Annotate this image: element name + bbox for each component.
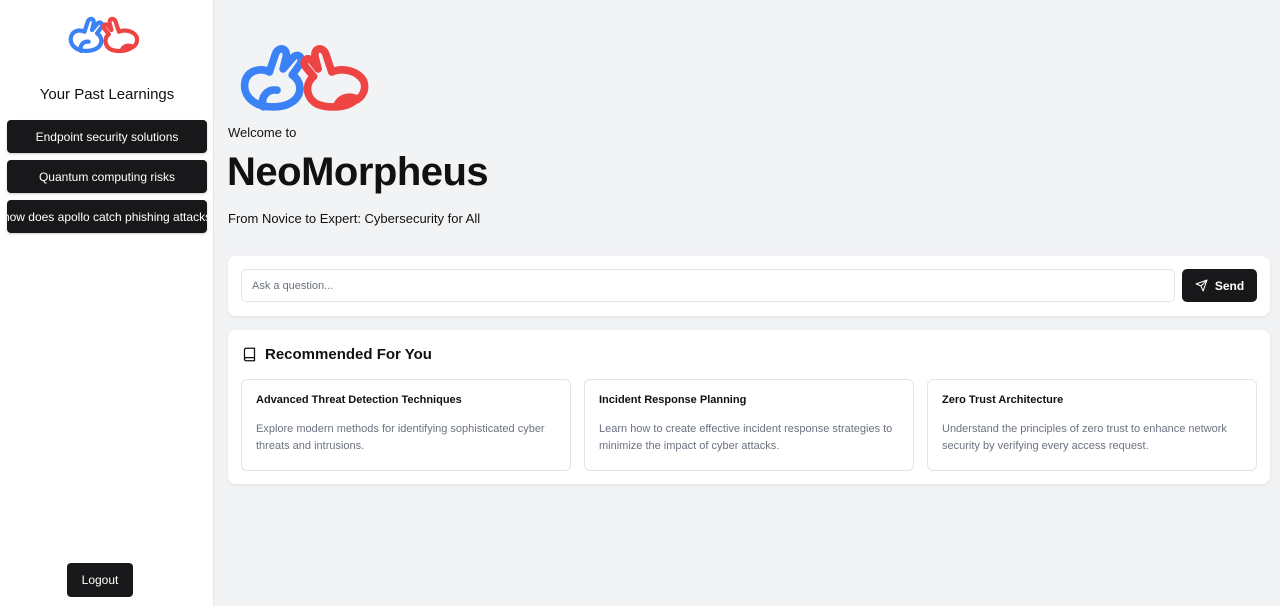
- welcome-text: Welcome to: [228, 125, 297, 140]
- app-title: NeoMorpheus: [227, 150, 489, 194]
- recommendation-card[interactable]: Zero Trust Architecture Understand the p…: [927, 379, 1257, 471]
- send-button[interactable]: Send: [1182, 269, 1257, 302]
- past-learnings-heading: Your Past Learnings: [39, 86, 175, 103]
- recommendation-description: Understand the principles of zero trust …: [942, 423, 1227, 452]
- main-content: Welcome to NeoMorpheus From Novice to Ex…: [214, 0, 1280, 606]
- past-learning-label: how does apollo catch phishing attacks: [7, 209, 207, 224]
- past-learning-item[interactable]: how does apollo catch phishing attacks: [7, 200, 207, 233]
- tagline: From Novice to Expert: Cybersecurity for…: [228, 211, 481, 226]
- recommendation-card[interactable]: Advanced Threat Detection Techniques Exp…: [241, 379, 571, 471]
- logout-button[interactable]: Logout: [67, 563, 133, 597]
- rabbits-logo-icon: [68, 16, 140, 54]
- recommendation-title: Advanced Threat Detection Techniques: [256, 394, 462, 406]
- rabbits-logo-icon: [240, 45, 369, 111]
- recommendation-card[interactable]: Incident Response Planning Learn how to …: [584, 379, 914, 471]
- past-learning-item[interactable]: Endpoint security solutions: [7, 120, 207, 153]
- past-learning-item[interactable]: Quantum computing risks: [7, 160, 207, 193]
- recommendation-title: Zero Trust Architecture: [942, 394, 1064, 406]
- ask-question-panel: Send: [228, 256, 1270, 316]
- recommendation-title: Incident Response Planning: [599, 394, 747, 406]
- past-learning-label: Quantum computing risks: [38, 169, 176, 184]
- send-icon: [1195, 279, 1208, 292]
- send-label: Send: [1214, 278, 1245, 293]
- recommendation-description: Explore modern methods for identifying s…: [256, 423, 545, 452]
- sidebar: Your Past Learnings Endpoint security so…: [0, 0, 214, 606]
- recommendation-description: Learn how to create effective incident r…: [599, 423, 893, 452]
- recommended-header: Recommended For You: [242, 346, 432, 363]
- recommended-title: Recommended For You: [265, 346, 432, 363]
- recommended-panel: Recommended For You Advanced Threat Dete…: [228, 330, 1270, 484]
- question-input[interactable]: [241, 269, 1175, 302]
- book-icon: [243, 347, 256, 362]
- past-learning-label: Endpoint security solutions: [35, 129, 179, 144]
